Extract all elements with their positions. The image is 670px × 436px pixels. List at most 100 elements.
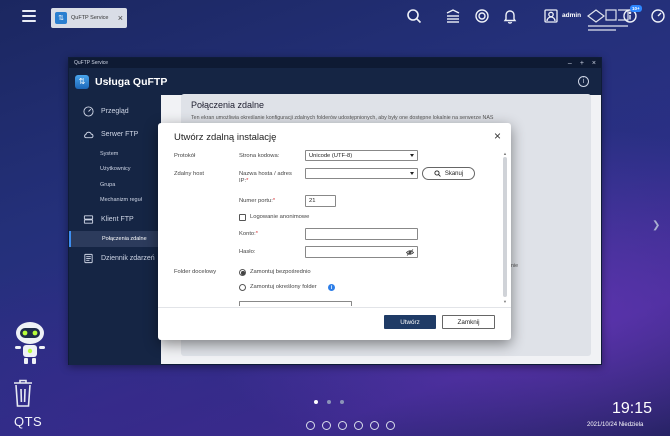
dashboard-icon[interactable] bbox=[650, 8, 666, 24]
shortcut-icon[interactable] bbox=[306, 421, 315, 430]
sidebar-item-label: Połączenia zdalne bbox=[102, 235, 147, 242]
password-label: Hasło: bbox=[239, 249, 256, 255]
app-header: ⇅ Usługa QuFTP i bbox=[69, 68, 601, 95]
user-name[interactable]: admin bbox=[562, 12, 581, 19]
scroll-down-icon[interactable]: ▼ bbox=[503, 299, 507, 304]
dialog-scrollbar[interactable]: ▲ ▼ bbox=[503, 151, 507, 305]
search-icon[interactable] bbox=[406, 8, 422, 24]
sidebar-item-label: Mechanizm reguł bbox=[100, 197, 142, 204]
sidebar-item-users[interactable]: Użytkownicy bbox=[69, 162, 161, 178]
encoding-select[interactable]: Unicode (UTF-8) bbox=[305, 150, 418, 161]
sidebar-item-label: System bbox=[100, 150, 119, 157]
anonymous-login-checkbox[interactable] bbox=[239, 214, 246, 221]
app-title: Usługa QuFTP bbox=[95, 75, 168, 88]
port-input[interactable]: 21 bbox=[305, 195, 336, 207]
anonymous-login-label: Logowanie anonimowe bbox=[250, 214, 310, 220]
mount-direct-radio[interactable] bbox=[239, 269, 246, 276]
cloud-icon bbox=[84, 131, 94, 139]
notification-badge: 10+ bbox=[630, 5, 642, 12]
info-icon[interactable]: i bbox=[328, 284, 335, 291]
server-icon bbox=[83, 215, 94, 224]
mount-direct-label: Zamontuj bezpośrednio bbox=[250, 269, 311, 275]
shortcut-icon[interactable] bbox=[386, 421, 395, 430]
shortcut-icon[interactable] bbox=[322, 421, 331, 430]
sidebar-item-remote-connections[interactable]: Połączenia zdalne bbox=[69, 231, 161, 247]
bottom-shortcuts bbox=[306, 421, 395, 430]
chevron-right-icon[interactable]: ❯ bbox=[652, 220, 660, 231]
os-label: QTS bbox=[14, 414, 43, 429]
create-remote-mount-dialog: Utwórz zdalną instalację × Protokół Stro… bbox=[158, 123, 511, 340]
folder-path-input[interactable] bbox=[239, 301, 352, 306]
tasks-icon[interactable] bbox=[445, 8, 461, 24]
minimize-icon[interactable]: – bbox=[568, 60, 572, 67]
window-titlebar[interactable]: QuFTP Service – + × bbox=[69, 58, 601, 68]
page-description: Ten ekran umożliwia określanie konfigura… bbox=[191, 115, 494, 121]
user-icon[interactable] bbox=[543, 8, 559, 24]
sidebar-item-label: Serwer FTP bbox=[101, 131, 139, 138]
close-icon[interactable]: × bbox=[118, 13, 123, 23]
sidebar-item-ftp-server[interactable]: Serwer FTP bbox=[69, 123, 161, 146]
shortcut-icon[interactable] bbox=[354, 421, 363, 430]
dialog-divider bbox=[158, 307, 511, 308]
trash-icon[interactable] bbox=[12, 378, 34, 408]
close-button[interactable]: Zamknij bbox=[442, 315, 495, 329]
clock-date: 2021/10/24 Niedziela bbox=[587, 422, 644, 428]
protocol-label: Protokół bbox=[174, 153, 196, 159]
chevron-down-icon bbox=[410, 172, 414, 175]
sidebar-item-event-log[interactable]: Dziennik zdarzeń bbox=[69, 247, 161, 270]
scroll-up-icon[interactable]: ▲ bbox=[503, 151, 507, 156]
encoding-value: Unicode (UTF-8) bbox=[309, 152, 353, 159]
quftp-logo-icon: ⇅ bbox=[75, 74, 89, 89]
speedometer-icon bbox=[83, 106, 94, 117]
scan-button[interactable]: Skanuj bbox=[422, 167, 475, 180]
target-folder-label: Folder docelowy bbox=[174, 269, 217, 275]
helpdesk-robot-icon[interactable] bbox=[10, 318, 50, 366]
sidebar-item-ftp-client[interactable]: Klient FTP bbox=[69, 208, 161, 231]
app-tab-label: QuFTP Service bbox=[71, 15, 109, 21]
maximize-icon[interactable]: + bbox=[580, 60, 584, 67]
mount-folder-radio[interactable] bbox=[239, 284, 246, 291]
create-button[interactable]: Utwórz bbox=[384, 315, 436, 329]
info-icon[interactable]: i bbox=[578, 76, 589, 87]
sidebar-item-system[interactable]: System bbox=[69, 146, 161, 162]
sidebar-item-rules-engine[interactable]: Mechanizm reguł bbox=[69, 193, 161, 209]
main-menu-icon[interactable] bbox=[22, 10, 36, 22]
sidebar-item-label: Użytkownicy bbox=[100, 166, 131, 173]
port-value: 21 bbox=[309, 198, 316, 204]
sidebar: Przegląd Serwer FTP System Użytkownicy G… bbox=[69, 95, 161, 365]
backup-sync-icon[interactable] bbox=[474, 8, 490, 24]
sidebar-item-label: Przegląd bbox=[101, 108, 129, 115]
bell-icon[interactable] bbox=[502, 8, 518, 24]
sidebar-item-label: Dziennik zdarzeń bbox=[101, 254, 155, 262]
sidebar-item-overview[interactable]: Przegląd bbox=[69, 100, 161, 123]
eye-slash-icon[interactable] bbox=[406, 249, 414, 256]
sidebar-item-group[interactable]: Grupa bbox=[69, 177, 161, 193]
mount-folder-label: Zamontuj określony folder bbox=[250, 284, 317, 290]
page-dot[interactable] bbox=[340, 400, 344, 404]
clock-time: 19:15 bbox=[612, 400, 653, 417]
desktop-page-indicator bbox=[314, 400, 344, 404]
log-icon bbox=[84, 253, 93, 263]
account-input[interactable] bbox=[305, 228, 418, 240]
encoding-label: Strona kodowa: bbox=[239, 153, 280, 159]
dialog-title: Utwórz zdalną instalację bbox=[174, 132, 277, 143]
remote-host-label: Zdalny host bbox=[174, 171, 204, 177]
scan-label: Skanuj bbox=[444, 170, 464, 177]
page-text-fragment: nie bbox=[511, 263, 519, 269]
page-dot[interactable] bbox=[327, 400, 331, 404]
port-label: Numer portu:* bbox=[239, 198, 276, 204]
password-input[interactable] bbox=[305, 246, 418, 258]
close-icon[interactable]: × bbox=[592, 60, 596, 67]
taskbar-app-tab[interactable]: ⇅ QuFTP Service × bbox=[51, 8, 127, 28]
account-label: Konto:* bbox=[239, 231, 259, 237]
shortcut-icon[interactable] bbox=[370, 421, 379, 430]
page-dot[interactable] bbox=[314, 400, 318, 404]
sidebar-item-label: Grupa bbox=[100, 181, 116, 188]
shortcut-icon[interactable] bbox=[338, 421, 347, 430]
host-name-label: Nazwa hosta / adres IP:* bbox=[239, 171, 292, 184]
taskbar: ⇅ QuFTP Service × admin 10+ bbox=[0, 0, 670, 34]
close-icon[interactable]: × bbox=[494, 129, 501, 143]
scroll-thumb[interactable] bbox=[503, 157, 507, 297]
sidebar-item-label: Klient FTP bbox=[101, 216, 134, 223]
host-combobox[interactable] bbox=[305, 168, 418, 179]
